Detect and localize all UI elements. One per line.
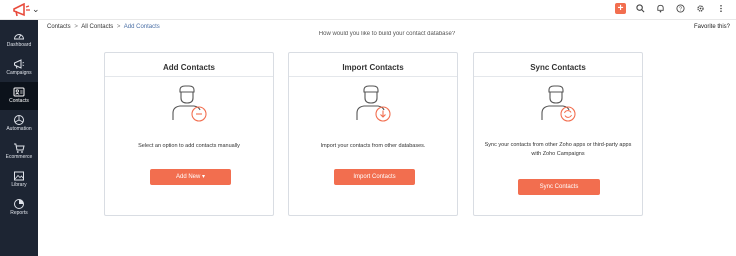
divider xyxy=(289,76,457,77)
sidebar-item-reports[interactable]: Reports xyxy=(0,194,38,222)
card-description: Import your contacts from other database… xyxy=(320,143,426,149)
sync-contact-icon xyxy=(537,83,579,125)
sidebar-item-label: Dashboard xyxy=(6,42,32,48)
sidebar-item-label: Automation xyxy=(6,126,32,132)
campaigns-logo-icon[interactable] xyxy=(12,2,32,17)
card-title: Import Contacts xyxy=(342,63,404,72)
breadcrumb-contacts[interactable]: Contacts xyxy=(47,24,71,30)
card-description: Select an option to add contacts manuall… xyxy=(138,143,240,149)
breadcrumb-separator: > xyxy=(74,24,78,30)
sidebar-item-campaigns[interactable]: Campaigns xyxy=(0,54,38,82)
card-description: Sync your contacts from other Zoho apps … xyxy=(484,142,632,157)
breadcrumb-separator: > xyxy=(116,24,121,30)
chevron-down-icon[interactable]: ⌄ xyxy=(32,4,40,15)
sidebar-item-label: Campaigns xyxy=(6,70,32,76)
contacts-icon xyxy=(13,85,25,97)
search-icon[interactable] xyxy=(635,3,646,14)
sidebar-item-ecommerce[interactable]: Ecommerce xyxy=(0,138,38,166)
add-new-button[interactable]: Add New ▾ xyxy=(150,169,231,185)
sync-contacts-card: Sync Contacts Sync your contacts from ot… xyxy=(473,52,643,216)
sidebar: Dashboard Campaigns Contacts Automation … xyxy=(0,20,38,256)
breadcrumb-all-contacts[interactable]: All Contacts xyxy=(81,24,113,30)
page-heading: How would you like to build your contact… xyxy=(318,31,456,37)
top-bar: ⌄ + ? xyxy=(0,0,736,20)
sidebar-item-library[interactable]: Library xyxy=(0,166,38,194)
sidebar-item-label: Library xyxy=(11,182,27,188)
card-title: Sync Contacts xyxy=(530,63,586,72)
breadcrumb-add-contacts: Add Contacts xyxy=(123,24,160,30)
favorite-link[interactable]: Favorite this? xyxy=(694,24,730,30)
divider xyxy=(105,76,273,77)
card-title: Add Contacts xyxy=(163,63,215,72)
sidebar-item-contacts[interactable]: Contacts xyxy=(0,82,38,110)
library-icon xyxy=(13,169,25,181)
sidebar-item-label: Contacts xyxy=(9,98,29,104)
import-contacts-button[interactable]: Import Contacts xyxy=(334,169,415,185)
cart-icon xyxy=(13,141,25,153)
import-contacts-card: Import Contacts Import your contacts fro… xyxy=(288,52,458,216)
divider xyxy=(474,76,642,77)
help-icon[interactable]: ? xyxy=(675,3,686,14)
add-contact-icon xyxy=(168,83,210,125)
sidebar-item-label: Ecommerce xyxy=(5,154,33,160)
sidebar-item-label: Reports xyxy=(10,210,28,216)
sidebar-item-automation[interactable]: Automation xyxy=(0,110,38,138)
bell-icon[interactable] xyxy=(655,3,666,14)
reports-icon xyxy=(13,197,25,209)
breadcrumb: Contacts > All Contacts > Add Contacts xyxy=(47,24,162,30)
plus-icon[interactable]: + xyxy=(615,3,626,14)
sync-contacts-button[interactable]: Sync Contacts xyxy=(518,179,600,195)
automation-icon xyxy=(13,113,25,125)
import-contact-icon xyxy=(352,83,394,125)
gear-icon[interactable] xyxy=(695,3,706,14)
megaphone-icon xyxy=(13,57,25,69)
add-contacts-card: Add Contacts Select an option to add con… xyxy=(104,52,274,216)
svg-text:?: ? xyxy=(679,7,682,13)
more-icon[interactable] xyxy=(715,3,726,14)
